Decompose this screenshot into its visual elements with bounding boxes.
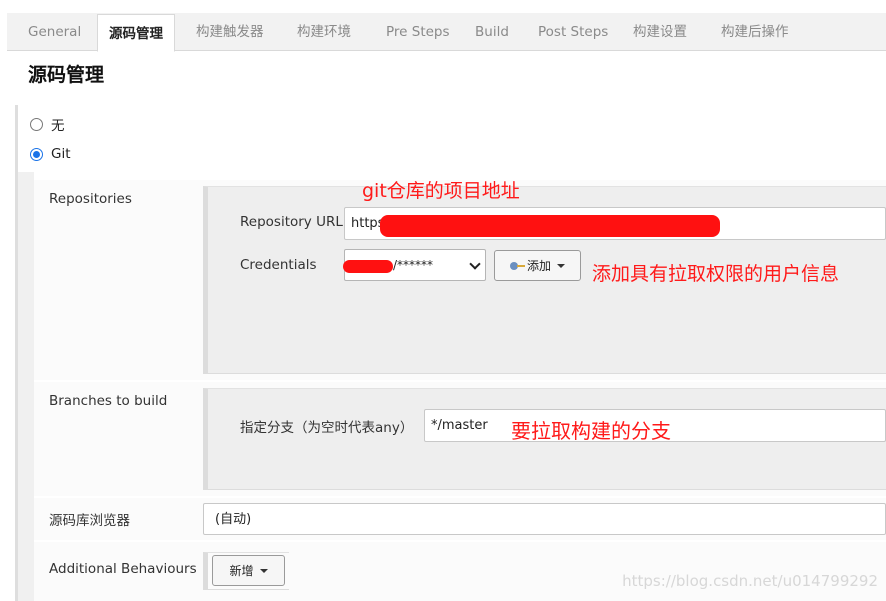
page-title: 源码管理 [28, 64, 105, 86]
scm-option-git-label: Git [51, 146, 71, 162]
key-icon [509, 261, 525, 270]
repository-url-label: Repository URL [240, 214, 343, 230]
credentials-label: Credentials [240, 257, 317, 273]
radio-none[interactable] [30, 117, 43, 131]
credentials-selected-value: /****** [393, 258, 434, 272]
watermark: https://blog.csdn.net/u014799292 [622, 572, 878, 590]
tab-scm[interactable]: 源码管理 [97, 14, 175, 52]
radio-git[interactable] [30, 147, 43, 161]
caret-down-icon [557, 263, 565, 268]
caret-down-icon [259, 568, 268, 573]
tab-build[interactable]: Build [475, 13, 509, 51]
tab-pre-steps[interactable]: Pre Steps [386, 13, 450, 51]
annotation-branch: 要拉取构建的分支 [511, 419, 671, 443]
branch-specifier-label: 指定分支（为空时代表any） [240, 420, 414, 436]
tab-build-settings[interactable]: 构建设置 [633, 13, 687, 51]
add-behaviour-button[interactable]: 新增 [212, 555, 285, 586]
tab-post-build-actions[interactable]: 构建后操作 [721, 13, 789, 51]
add-credentials-label: 添加 [526, 259, 551, 273]
tab-build-triggers[interactable]: 构建触发器 [196, 13, 264, 51]
tab-bar: General 源码管理 构建触发器 构建环境 Pre Steps Build … [7, 13, 886, 52]
annotation-repo-url: git仓库的项目地址 [362, 180, 520, 202]
repositories-label: Repositories [49, 191, 132, 207]
chevron-down-icon [469, 258, 481, 270]
additional-behaviours-label: Additional Behaviours [49, 561, 197, 577]
repository-browser-label: 源码库浏览器 [49, 513, 130, 529]
scm-option-git[interactable]: Git [30, 146, 71, 162]
git-indent-rule [18, 172, 34, 601]
tab-post-steps[interactable]: Post Steps [538, 13, 608, 51]
redaction-mark-url [380, 215, 720, 237]
repository-browser-select[interactable]: (自动) [203, 503, 886, 535]
add-credentials-button[interactable]: 添加 [494, 250, 581, 281]
add-behaviour-label: 新增 [229, 564, 254, 578]
scm-option-none[interactable]: 无 [30, 114, 65, 134]
redaction-mark-credentials [343, 260, 393, 273]
branches-label: Branches to build [49, 393, 168, 409]
annotation-credentials: 添加具有拉取权限的用户信息 [592, 263, 840, 285]
tab-general[interactable]: General [28, 13, 81, 51]
scm-option-none-label: 无 [51, 118, 65, 134]
tab-build-environment[interactable]: 构建环境 [297, 13, 351, 51]
